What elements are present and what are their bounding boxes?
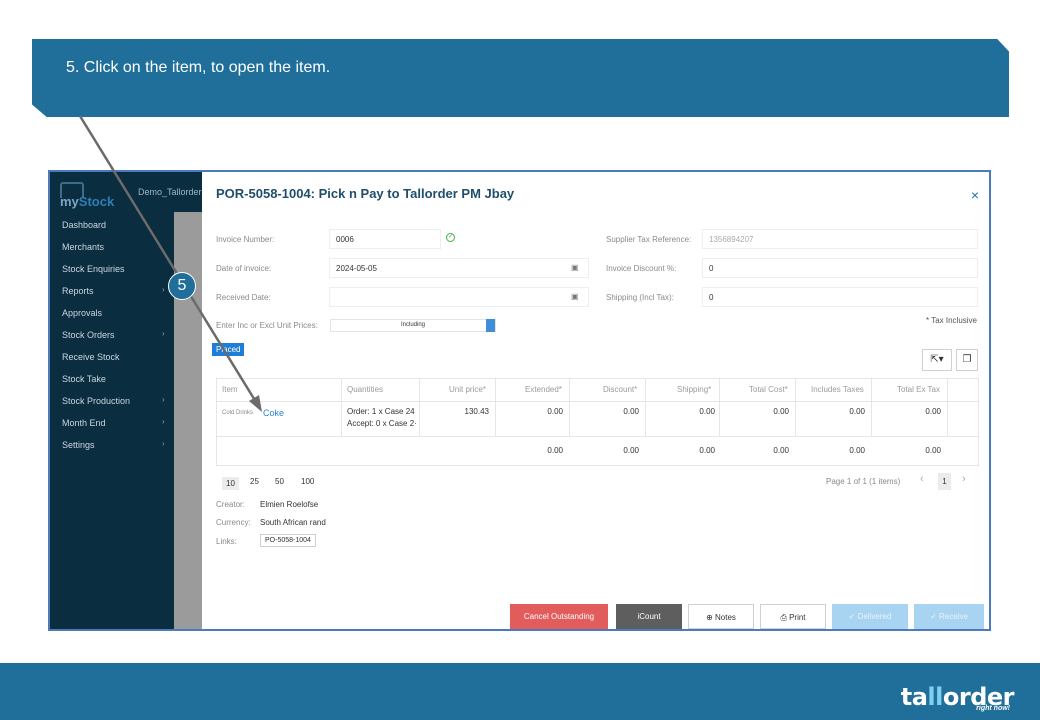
- step-number-badge: 5: [168, 272, 196, 300]
- footer-bar: tallorder right now!: [0, 663, 1040, 720]
- callout-pointer: [78, 115, 262, 412]
- pointer-arrowhead: [249, 395, 262, 412]
- pointer-line: [78, 115, 258, 403]
- logo-tagline: right now!: [976, 705, 1010, 712]
